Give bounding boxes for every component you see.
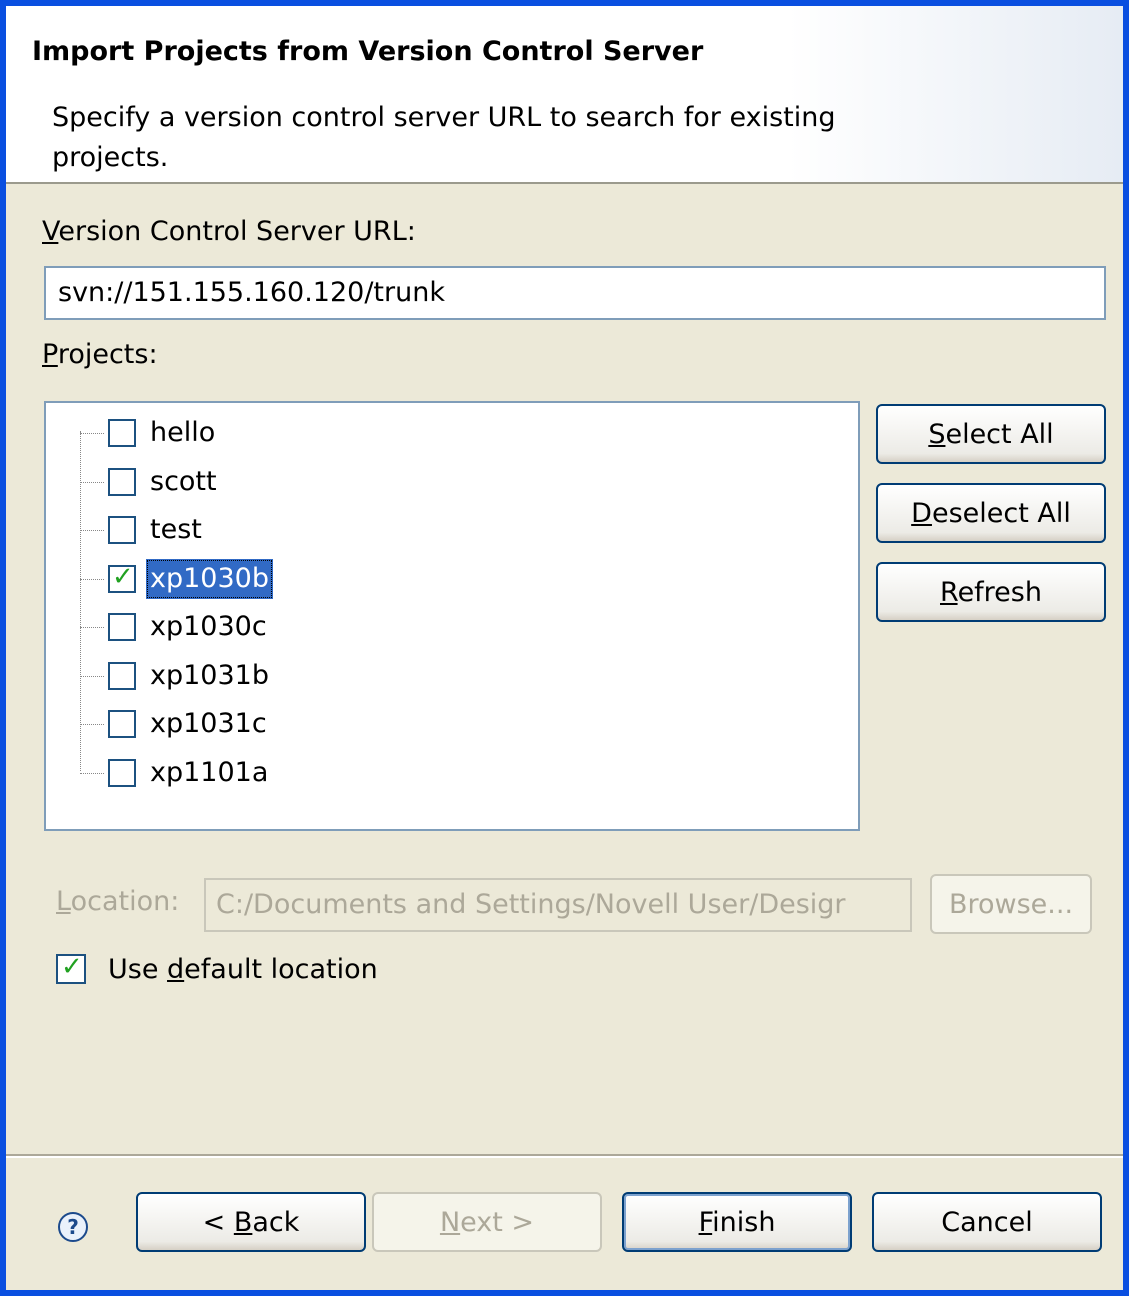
- tree-branch-line: [80, 772, 104, 774]
- checkmark-icon: ✓: [61, 952, 83, 982]
- select-all-label: Select All: [928, 418, 1054, 450]
- project-row[interactable]: xp1101a: [46, 749, 826, 797]
- project-label[interactable]: scott: [146, 462, 221, 502]
- project-row[interactable]: xp1030c: [46, 603, 826, 651]
- back-label: < Back: [202, 1206, 300, 1238]
- tree-branch-line: [80, 481, 104, 483]
- projects-tree[interactable]: hello scott test ✓ xp1030b xp1030c xp1031b xp10…: [44, 401, 860, 831]
- tree-branch-line: [80, 578, 104, 580]
- url-label: Version Control Server URL:: [42, 216, 416, 247]
- project-checkbox[interactable]: [108, 710, 136, 738]
- deselect-all-button[interactable]: Deselect All: [876, 483, 1106, 543]
- project-label[interactable]: test: [146, 510, 206, 550]
- project-row[interactable]: xp1031b: [46, 652, 826, 700]
- next-label: Next >: [439, 1206, 535, 1238]
- tree-branch-line: [80, 627, 104, 628]
- url-input[interactable]: svn://151.155.160.120/trunk: [44, 266, 1106, 320]
- back-button[interactable]: < Back: [136, 1192, 366, 1252]
- project-row[interactable]: scott: [46, 458, 826, 506]
- project-label[interactable]: xp1031b: [146, 656, 273, 696]
- projects-label: Projects:: [42, 339, 158, 370]
- refresh-button[interactable]: Refresh: [876, 562, 1106, 622]
- location-label: Location:: [56, 886, 179, 917]
- cancel-button[interactable]: Cancel: [872, 1192, 1102, 1252]
- projects-label-text: Projects:: [42, 339, 158, 370]
- title-banner: Import Projects from Version Control Ser…: [6, 6, 1123, 184]
- project-row[interactable]: hello: [46, 409, 826, 457]
- use-default-checkbox[interactable]: ✓: [56, 952, 90, 988]
- footer-separator: [6, 1154, 1123, 1158]
- next-button[interactable]: Next >: [372, 1192, 602, 1252]
- tree-branch-line: [80, 433, 104, 434]
- location-label-text: Location:: [56, 886, 180, 917]
- project-label[interactable]: xp1030b: [146, 558, 273, 599]
- cancel-button-label: Cancel: [941, 1206, 1033, 1238]
- dialog-title: Import Projects from Version Control Ser…: [32, 36, 704, 67]
- project-row[interactable]: ✓ xp1030b: [46, 555, 826, 603]
- project-checkbox[interactable]: [108, 661, 136, 690]
- project-checkbox[interactable]: [108, 613, 136, 641]
- help-icon[interactable]: ?: [58, 1212, 88, 1242]
- dialog-description: Specify a version control server URL to …: [52, 102, 836, 173]
- refresh-label: Refresh: [940, 576, 1042, 608]
- project-checkbox[interactable]: [108, 467, 136, 496]
- deselect-all-label: Deselect All: [911, 497, 1071, 529]
- tree-branch-line: [80, 724, 104, 725]
- project-label[interactable]: hello: [146, 413, 219, 453]
- project-checkbox[interactable]: [108, 419, 136, 447]
- finish-button[interactable]: Finish: [622, 1192, 852, 1252]
- project-checkbox[interactable]: [108, 516, 136, 544]
- project-row[interactable]: xp1031c: [46, 700, 826, 748]
- project-checkbox[interactable]: [108, 758, 136, 787]
- use-default-label-text: Use default location: [108, 954, 378, 985]
- project-checkbox[interactable]: ✓: [108, 561, 136, 593]
- use-default-label[interactable]: Use default location: [108, 954, 378, 985]
- project-row[interactable]: test: [46, 506, 826, 554]
- tree-branch-line: [80, 675, 104, 677]
- project-label[interactable]: xp1101a: [146, 753, 272, 793]
- browse-button[interactable]: Browse...: [930, 874, 1092, 934]
- checkmark-icon: ✓: [112, 561, 134, 592]
- finish-label: Finish: [698, 1206, 776, 1238]
- project-label[interactable]: xp1031c: [146, 704, 271, 744]
- project-label[interactable]: xp1030c: [146, 607, 271, 647]
- tree-branch-line: [80, 530, 104, 531]
- url-label-text: Version Control Server URL:: [42, 216, 416, 247]
- select-all-button[interactable]: Select All: [876, 404, 1106, 464]
- dialog-window: Import Projects from Version Control Ser…: [0, 0, 1129, 1296]
- location-input[interactable]: C:/Documents and Settings/Novell User/De…: [204, 878, 912, 932]
